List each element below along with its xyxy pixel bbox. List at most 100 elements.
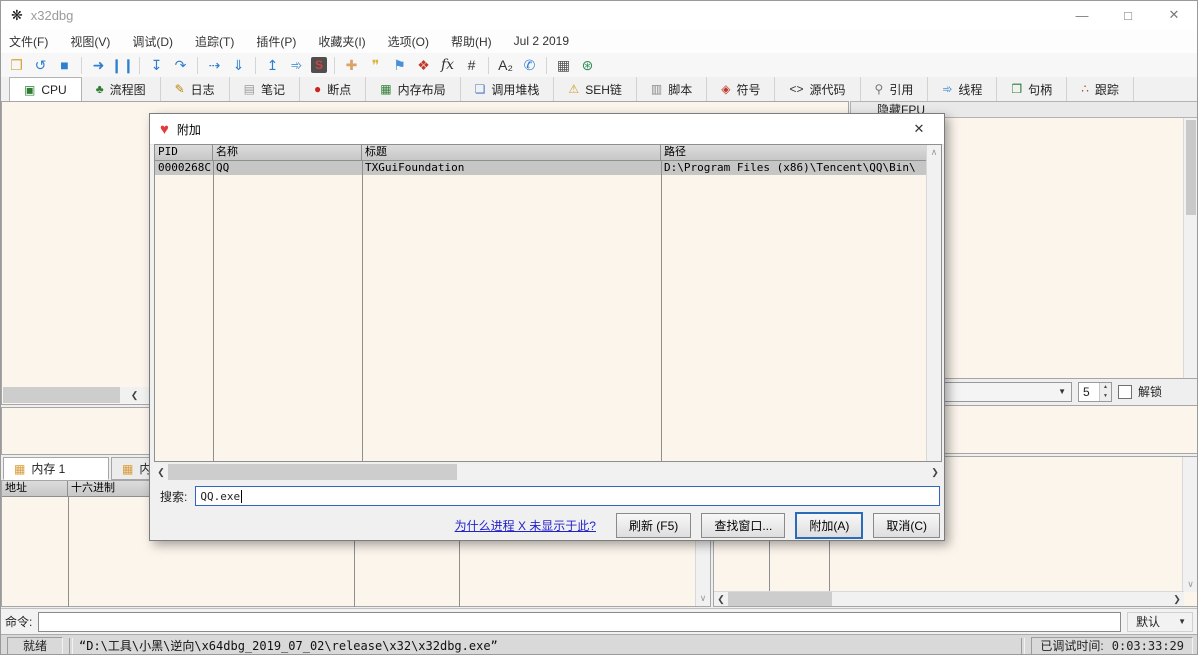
scroll-left-button[interactable]: ❮ (120, 387, 149, 403)
stepper-arrows[interactable]: ▲ ▼ (1099, 383, 1111, 401)
column-header[interactable]: 地址 (2, 481, 68, 496)
scrollbar-thumb[interactable] (168, 464, 457, 480)
menu-file[interactable]: 文件(F) (9, 33, 48, 50)
menu-help[interactable]: 帮助(H) (451, 33, 492, 50)
hash-button[interactable]: # (462, 56, 481, 75)
scroll-down-arrow-icon[interactable]: ∨ (1183, 579, 1198, 590)
tab-symbols[interactable]: ◈符号 (707, 77, 775, 101)
disassembly-hscrollbar[interactable]: ❮ (3, 387, 149, 403)
bookmark-button[interactable]: ❖ (414, 56, 433, 75)
step-over-button[interactable]: ↷ (171, 56, 190, 75)
tab-handles[interactable]: ❒句柄 (997, 77, 1067, 101)
tab-source[interactable]: <>源代码 (775, 77, 860, 101)
pause-button[interactable]: ❙❙ (113, 56, 132, 75)
run-button[interactable]: ➜ (89, 56, 108, 75)
process-cell: D:\Program Files (x86)\Tencent\QQ\Bin\ (661, 161, 929, 175)
stepper-up-icon[interactable]: ▲ (1100, 383, 1111, 392)
tab-script[interactable]: ▥脚本 (637, 77, 707, 101)
tab-references[interactable]: ⚲引用 (861, 77, 929, 101)
process-table-hscrollbar[interactable]: ❮ ❯ (154, 464, 942, 480)
tab-call-stack[interactable]: ❏调用堆栈 (461, 77, 555, 101)
tab-cpu[interactable]: ▣CPU (9, 77, 82, 102)
column-separator (68, 497, 69, 607)
tab-notes[interactable]: ▤笔记 (230, 77, 300, 101)
argument-count-stepper[interactable]: 5 ▲ ▼ (1078, 382, 1112, 402)
comment-button[interactable]: ❞ (366, 56, 385, 75)
menu-build-date[interactable]: Jul 2 2019 (514, 34, 569, 48)
memory-tab-1[interactable]: ▦ 内存 1 (3, 457, 109, 480)
menu-options[interactable]: 选项(O) (388, 33, 429, 50)
scroll-up-arrow-icon[interactable]: ∧ (927, 147, 941, 158)
menu-plugins[interactable]: 插件(P) (256, 33, 296, 50)
language-globe-button[interactable]: ⊛ (578, 56, 597, 75)
tab-source-label: 源代码 (810, 81, 846, 98)
refresh-button[interactable]: 刷新 (F5) (616, 513, 691, 538)
menu-trace[interactable]: 追踪(T) (195, 33, 234, 50)
why-process-not-shown-link[interactable]: 为什么进程 X 未显示于此? (455, 517, 596, 534)
az-text-button[interactable]: A₂ (496, 56, 515, 75)
status-state-badge: 就绪 (7, 637, 63, 655)
open-folder-button[interactable]: ❐ (7, 56, 26, 75)
attach-button[interactable]: 附加(A) (795, 512, 863, 539)
attach-button[interactable]: ➾ (287, 56, 306, 75)
calculator-button[interactable]: ▦ (554, 56, 573, 75)
process-table-vscrollbar[interactable]: ∧ (926, 145, 941, 461)
column-header[interactable]: PID (155, 145, 213, 160)
tab-graph[interactable]: ♣流程图 (82, 77, 161, 101)
tab-memory-map[interactable]: ▦内存布局 (366, 77, 460, 101)
scrollbar-track[interactable] (832, 592, 1170, 606)
tab-breakpoints[interactable]: ●断点 (300, 77, 366, 101)
scroll-left-button[interactable]: ❮ (154, 464, 168, 480)
scroll-right-button[interactable]: ❯ (928, 464, 942, 480)
stack-hscrollbar[interactable]: ❮ ❯ (714, 591, 1184, 606)
column-header[interactable]: 标题 (362, 145, 661, 160)
stepper-down-icon[interactable]: ▼ (1100, 392, 1111, 401)
step-out-button[interactable]: ⇓ (229, 56, 248, 75)
command-input[interactable] (38, 612, 1121, 632)
memory-dump-icon: ▦ (14, 462, 25, 476)
scrollbar-thumb[interactable] (3, 387, 120, 403)
x32dbg-window: ❋ x32dbg — □ ✕ 文件(F)视图(V)调试(D)追踪(T)插件(P)… (0, 0, 1198, 655)
maximize-button[interactable]: □ (1105, 1, 1151, 29)
process-table[interactable]: PID名称标题路径 0000268CQQTXGuiFoundationD:\Pr… (154, 144, 942, 462)
search-input[interactable]: QQ.exe (195, 486, 940, 506)
close-button[interactable]: ✕ (1151, 1, 1197, 29)
function-button[interactable]: fx (438, 56, 457, 75)
tab-log[interactable]: ✎日志 (161, 77, 230, 101)
scrollbar-thumb[interactable] (1186, 120, 1196, 215)
scroll-left-button[interactable]: ❮ (714, 592, 728, 606)
scroll-down-arrow-icon[interactable]: ∨ (696, 593, 710, 604)
scrollbar-track[interactable] (457, 464, 928, 480)
column-header[interactable]: 路径 (661, 145, 929, 160)
menu-favourites[interactable]: 收藏夹(I) (318, 33, 365, 50)
process-row[interactable]: 0000268CQQTXGuiFoundationD:\Program File… (155, 161, 941, 175)
process-table-body[interactable]: 0000268CQQTXGuiFoundationD:\Program File… (155, 161, 941, 462)
tab-trace[interactable]: ∴跟踪 (1067, 77, 1134, 101)
scroll-right-button[interactable]: ❯ (1170, 592, 1184, 606)
label-button[interactable]: ⚑ (390, 56, 409, 75)
scylla-button[interactable]: S (311, 57, 327, 73)
cancel-button[interactable]: 取消(C) (873, 513, 940, 538)
dialog-close-icon[interactable]: ✕ (904, 121, 934, 137)
stop-button[interactable]: ■ (55, 56, 74, 75)
registers-vscrollbar[interactable] (1183, 118, 1198, 378)
run-to-user-code-button[interactable]: ⇢ (205, 56, 224, 75)
tab-threads[interactable]: ➾线程 (928, 77, 997, 101)
restart-button[interactable]: ↺ (31, 56, 50, 75)
attach-dialog-titlebar[interactable]: ♥ 附加 ✕ (150, 114, 944, 145)
patch-button[interactable]: ✚ (342, 56, 361, 75)
execute-till-return-button[interactable]: ↥ (263, 56, 282, 75)
unlock-checkbox[interactable] (1118, 385, 1132, 399)
tab-seh[interactable]: ⚠SEH链 (554, 77, 636, 101)
pager-button[interactable]: ✆ (520, 56, 539, 75)
column-header[interactable]: 名称 (213, 145, 362, 160)
scrollbar-thumb[interactable] (728, 592, 832, 606)
step-into-button[interactable]: ↧ (147, 56, 166, 75)
toolbar-separator (197, 57, 198, 74)
menu-debug[interactable]: 调试(D) (132, 33, 173, 50)
minimize-button[interactable]: — (1059, 1, 1105, 29)
menu-view[interactable]: 视图(V) (70, 33, 110, 50)
stack-vscrollbar[interactable]: ∨ (1182, 457, 1198, 592)
command-profile-select[interactable]: 默认 ▼ (1127, 612, 1193, 632)
find-window-button[interactable]: 查找窗口... (701, 513, 785, 538)
